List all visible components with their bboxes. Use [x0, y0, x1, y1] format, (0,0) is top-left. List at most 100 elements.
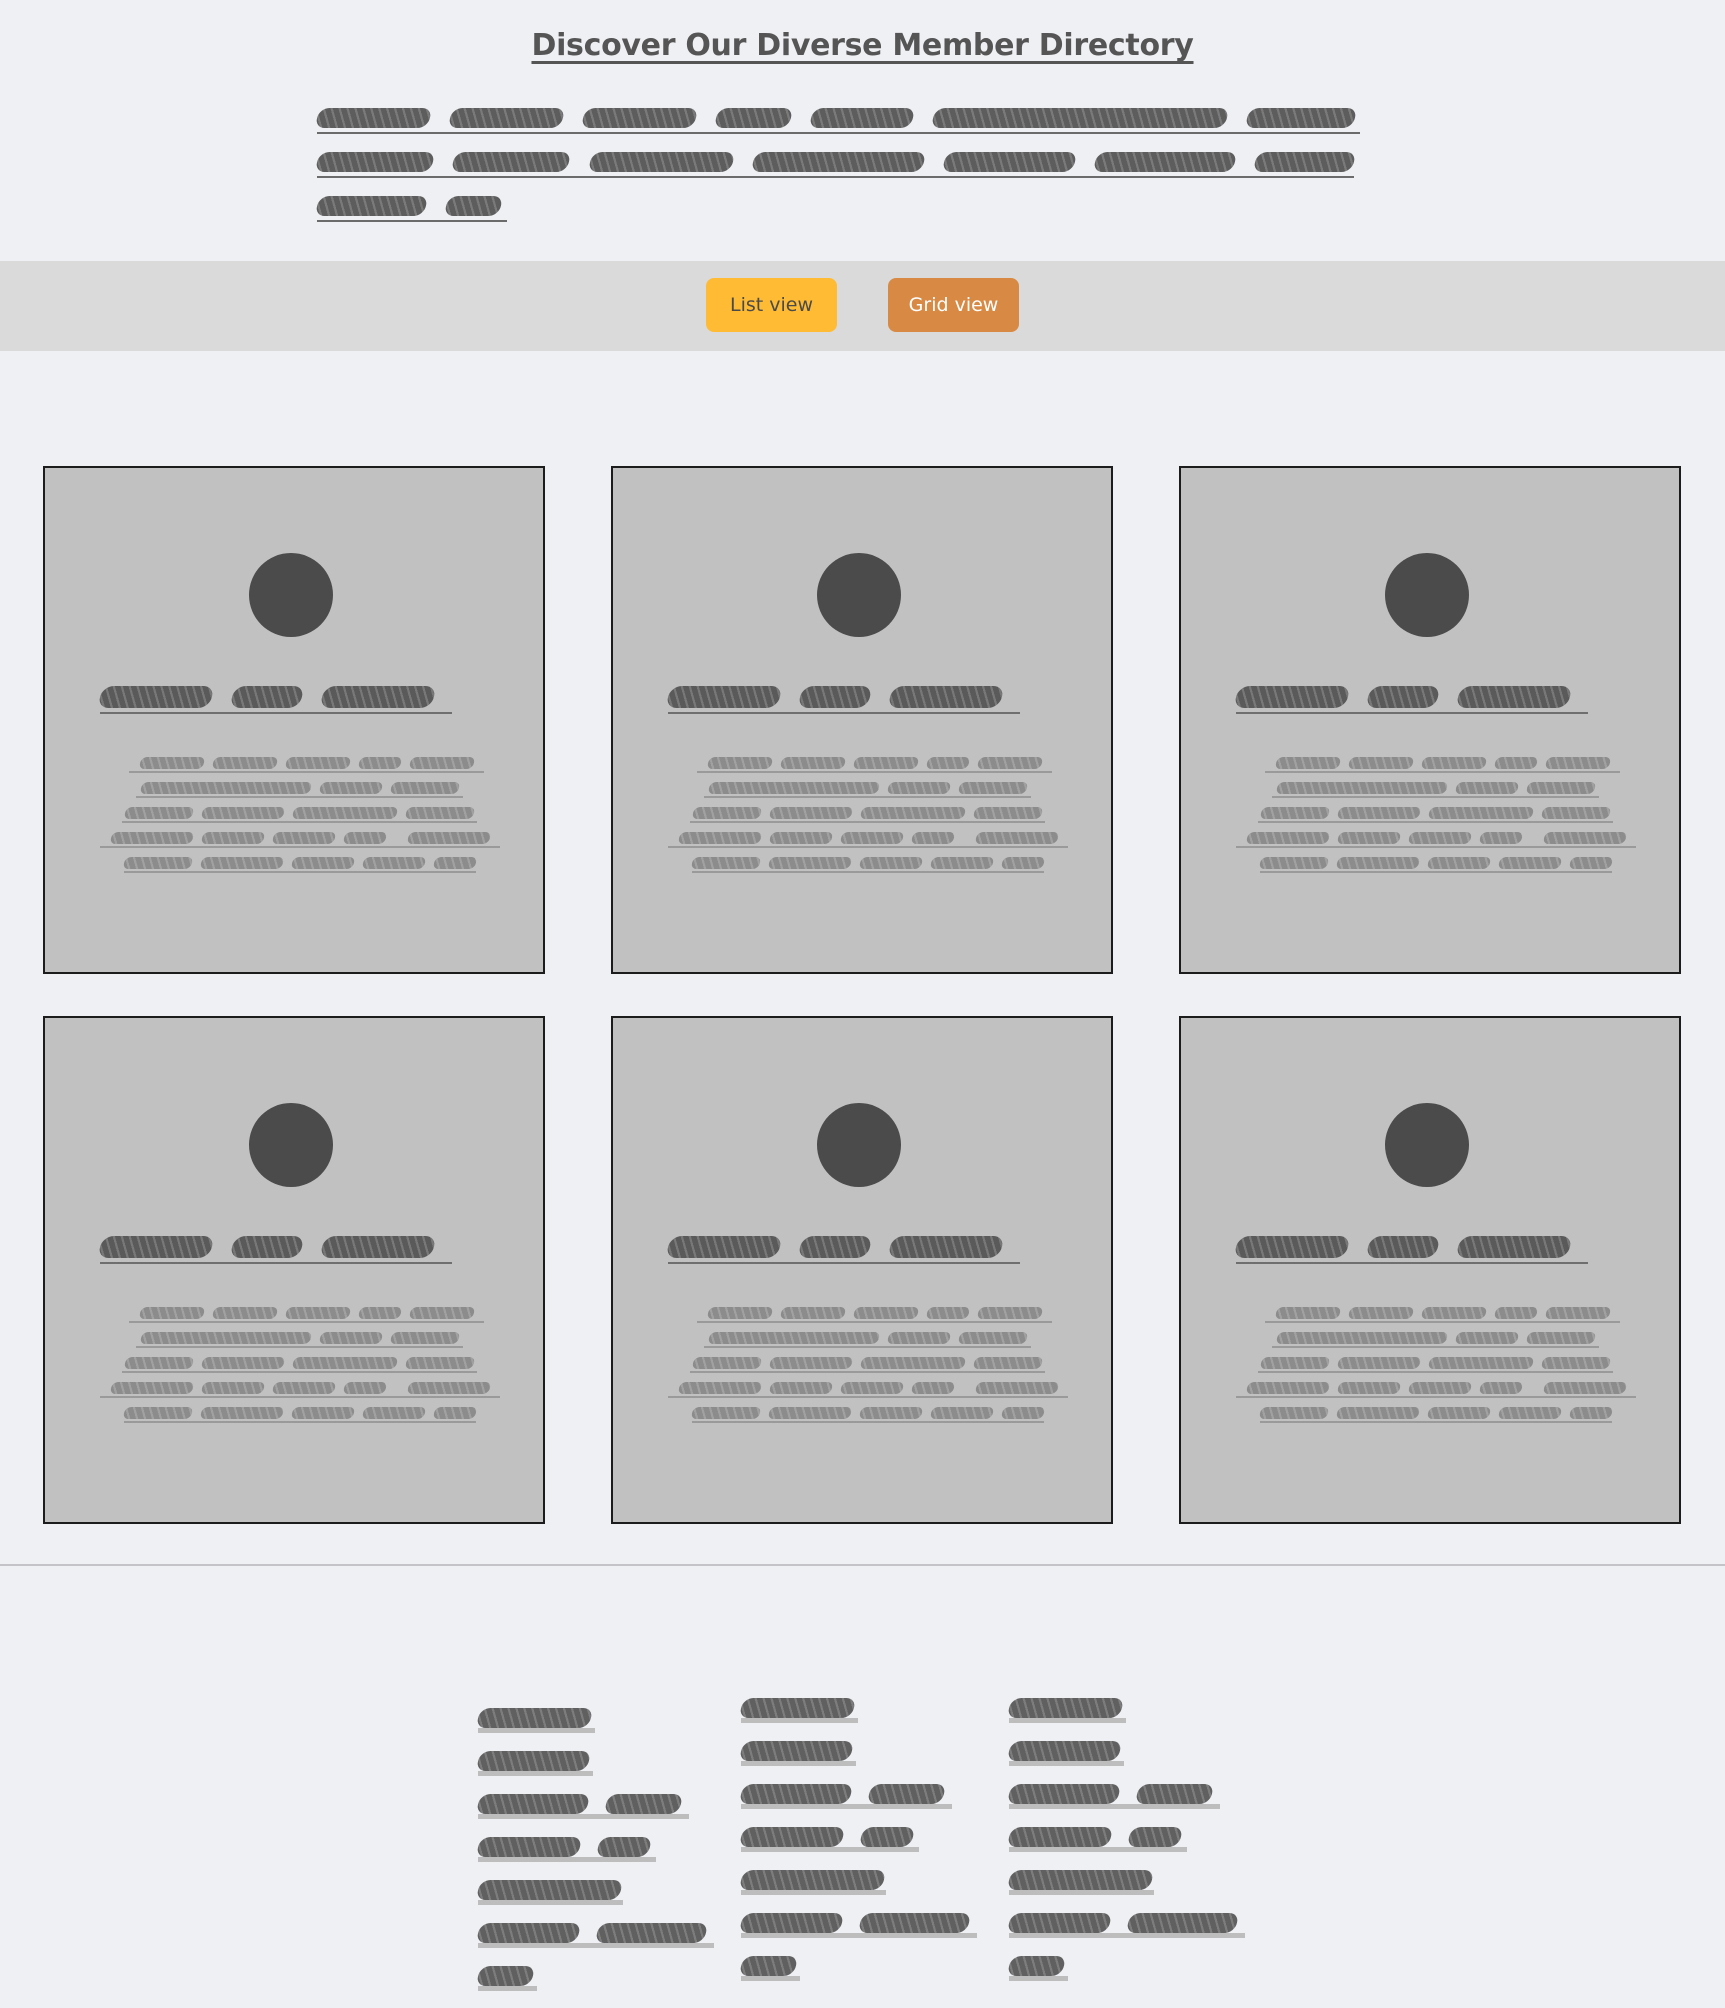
member-card[interactable]: [43, 1016, 545, 1524]
scribble-text: [1540, 1356, 1612, 1369]
scribble-text: [768, 831, 833, 844]
footer-link[interactable]: [1006, 1686, 1126, 1729]
footer-link[interactable]: [1006, 1772, 1220, 1815]
member-name: [1233, 1230, 1588, 1264]
scribble-text: [858, 1826, 916, 1847]
footer-link[interactable]: [738, 1729, 856, 1772]
text-underline: [478, 1857, 656, 1862]
footer-link[interactable]: [1006, 1858, 1155, 1901]
intro-line: [314, 96, 1360, 140]
scribble-text: [1274, 1306, 1341, 1319]
member-card[interactable]: [1179, 466, 1681, 974]
member-card[interactable]: [611, 466, 1113, 974]
scribble-text: [1478, 831, 1523, 844]
scribble-text: [930, 108, 1230, 128]
text-underline: [697, 1321, 1052, 1323]
footer-link[interactable]: [738, 1944, 800, 1987]
scribble-text: [1347, 756, 1414, 769]
member-name: [665, 1230, 1020, 1264]
grid-view-button[interactable]: Grid view: [888, 278, 1019, 332]
scribble-text: [580, 108, 699, 128]
member-avatar: [817, 553, 901, 637]
text-underline: [478, 1943, 714, 1948]
list-view-button[interactable]: List view: [706, 278, 837, 332]
scribble-text: [1455, 686, 1573, 708]
text-underline: [741, 1718, 858, 1723]
text-underline: [1009, 1718, 1126, 1723]
scribble-text: [1544, 1306, 1611, 1319]
footer-link[interactable]: [738, 1772, 952, 1815]
scribble-text: [1006, 1826, 1114, 1847]
intro-line: [314, 140, 1357, 184]
footer-link[interactable]: [475, 1739, 593, 1782]
scribble-text: [859, 806, 967, 819]
member-card[interactable]: [43, 466, 545, 974]
scribble-text: [291, 1356, 399, 1369]
text-underline: [122, 1371, 477, 1373]
scribble-text: [211, 756, 278, 769]
scribble-text: [447, 108, 566, 128]
page-header: Discover Our Diverse Member Directory: [0, 0, 1725, 260]
scribble-text: [291, 806, 399, 819]
footer-link[interactable]: [1006, 1815, 1187, 1858]
footer-link[interactable]: [738, 1815, 919, 1858]
footer-link[interactable]: [738, 1686, 858, 1729]
text-underline: [100, 1396, 500, 1398]
footer-link[interactable]: [475, 1868, 624, 1911]
footer-link[interactable]: [738, 1858, 887, 1901]
scribble-text: [677, 831, 762, 844]
footer-link[interactable]: [475, 1782, 689, 1825]
footer-link[interactable]: [1006, 1944, 1068, 1987]
footer-column: [738, 1686, 977, 1987]
footer-link[interactable]: [475, 1825, 656, 1868]
scribble-text: [1245, 1381, 1330, 1394]
scribble-text: [859, 1356, 967, 1369]
scribble-text: [475, 1879, 624, 1900]
scribble-text: [738, 1740, 855, 1761]
scribble-text: [738, 1826, 846, 1847]
scribble-text: [1336, 831, 1401, 844]
footer-link[interactable]: [1006, 1901, 1245, 1944]
scribble-text: [475, 1750, 592, 1771]
scribble-text: [1126, 1826, 1184, 1847]
text-underline: [478, 1728, 595, 1733]
scribble-text: [690, 856, 762, 869]
scribble-text: [284, 756, 351, 769]
text-underline: [1272, 796, 1599, 798]
member-bio: [1236, 750, 1636, 875]
footer-link[interactable]: [1006, 1729, 1124, 1772]
scribble-text: [406, 1381, 491, 1394]
footer-link[interactable]: [475, 1696, 595, 1739]
text-underline: [741, 1847, 919, 1852]
scribble-text: [271, 831, 336, 844]
scribble-text: [887, 686, 1005, 708]
member-card[interactable]: [1179, 1016, 1681, 1524]
text-underline: [1009, 1761, 1124, 1766]
member-card[interactable]: [611, 1016, 1113, 1524]
scribble-text: [887, 1236, 1005, 1258]
page-title: Discover Our Diverse Member Directory: [531, 28, 1194, 63]
scribble-text: [1544, 756, 1611, 769]
scribble-text: [139, 781, 312, 794]
text-underline: [478, 1814, 689, 1819]
text-underline: [136, 796, 463, 798]
scribble-text: [1006, 1740, 1123, 1761]
footer-link[interactable]: [475, 1911, 714, 1954]
text-underline: [690, 1371, 1045, 1373]
footer-link[interactable]: [738, 1901, 977, 1944]
scribble-text: [139, 1331, 312, 1344]
scribble-text: [1336, 1381, 1401, 1394]
member-avatar: [1385, 553, 1469, 637]
scribble-text: [1455, 1236, 1573, 1258]
scribble-text: [1493, 756, 1538, 769]
scribble-text: [1259, 1356, 1331, 1369]
scribble-text: [109, 831, 194, 844]
scribble-text: [475, 1707, 594, 1728]
scribble-text: [211, 1306, 278, 1319]
scribble-text: [768, 806, 854, 819]
scribble-text: [1542, 831, 1627, 844]
member-name: [97, 1230, 452, 1264]
footer-link[interactable]: [475, 1954, 537, 1997]
scribble-text: [1275, 781, 1448, 794]
scribble-text: [1006, 1955, 1067, 1976]
